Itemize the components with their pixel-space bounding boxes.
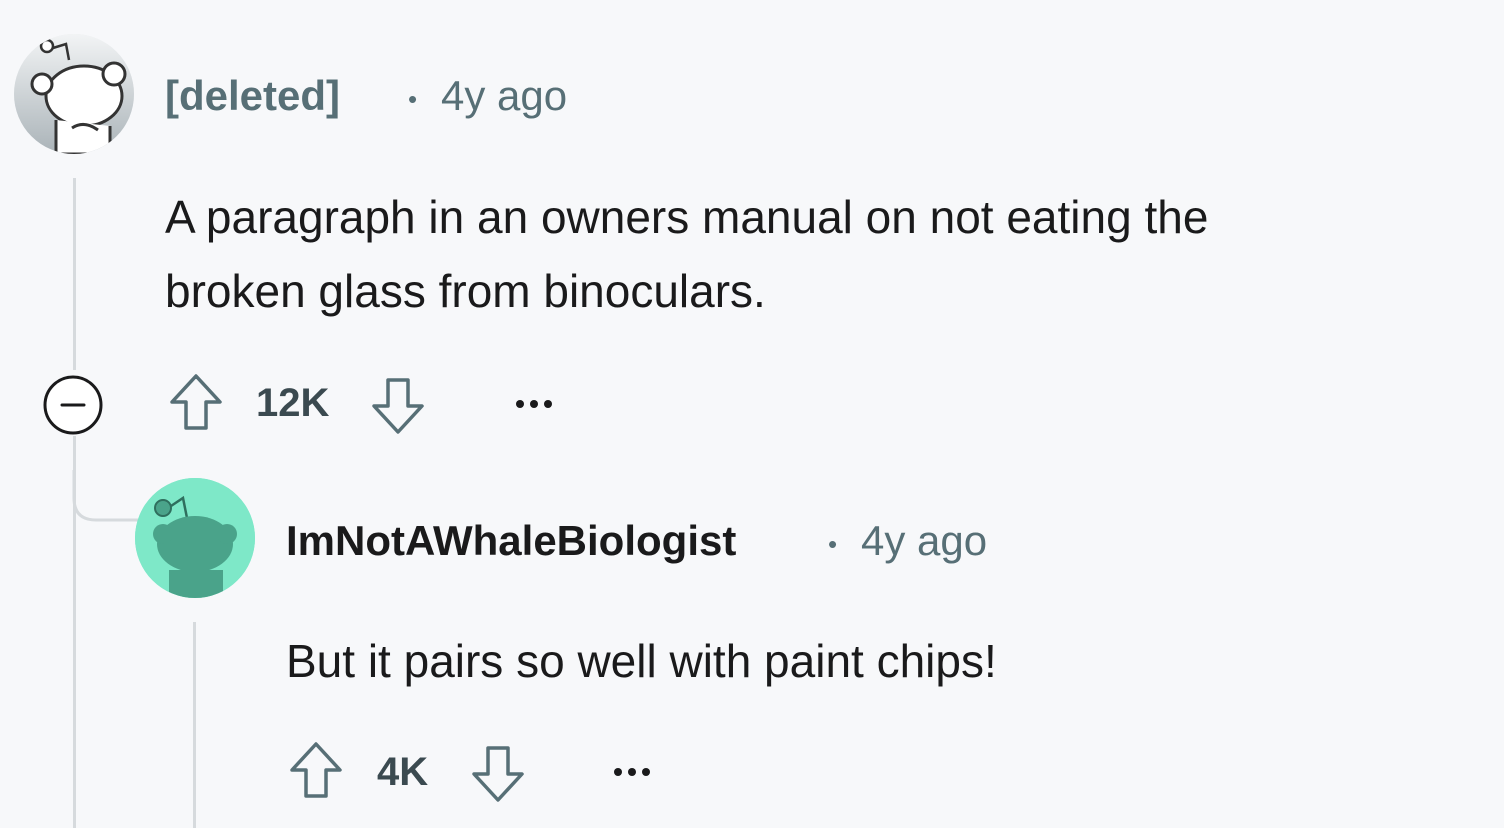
snoo-avatar-icon [135, 478, 255, 598]
snoo-avatar-icon [14, 34, 134, 154]
downvote-button[interactable] [370, 374, 426, 436]
collapse-thread-icon [43, 375, 103, 435]
more-options-icon [614, 768, 650, 776]
upvote-icon [170, 374, 222, 430]
comment-body-line-1: But it pairs so well with paint chips! [286, 635, 997, 687]
avatar[interactable] [135, 478, 255, 598]
downvote-icon [472, 746, 524, 802]
more-options-button[interactable] [512, 392, 556, 416]
more-options-icon [516, 400, 552, 408]
more-options-button[interactable] [610, 760, 654, 784]
comment-body-line-1: A paragraph in an owners manual on not e… [165, 191, 1209, 243]
collapse-thread-button[interactable] [42, 374, 104, 436]
downvote-button[interactable] [470, 742, 526, 804]
thread-line-top [73, 178, 76, 370]
upvote-button[interactable] [288, 740, 344, 802]
comment-author[interactable]: ImNotAWhaleBiologist [286, 517, 736, 565]
downvote-icon [372, 378, 424, 434]
upvote-button[interactable] [168, 372, 224, 434]
meta-separator: • [408, 84, 418, 114]
comment-timestamp[interactable]: 4y ago [861, 517, 987, 565]
comment-body-line-2: broken glass from binoculars. [165, 265, 766, 317]
meta-separator: • [828, 529, 838, 559]
vote-score: 12K [256, 381, 330, 425]
thread-line-reply [193, 622, 196, 828]
comment-author[interactable]: [deleted] [165, 72, 340, 120]
avatar[interactable] [14, 34, 134, 154]
comment-timestamp[interactable]: 4y ago [441, 72, 567, 120]
vote-score: 4K [377, 750, 429, 794]
upvote-icon [290, 742, 342, 798]
